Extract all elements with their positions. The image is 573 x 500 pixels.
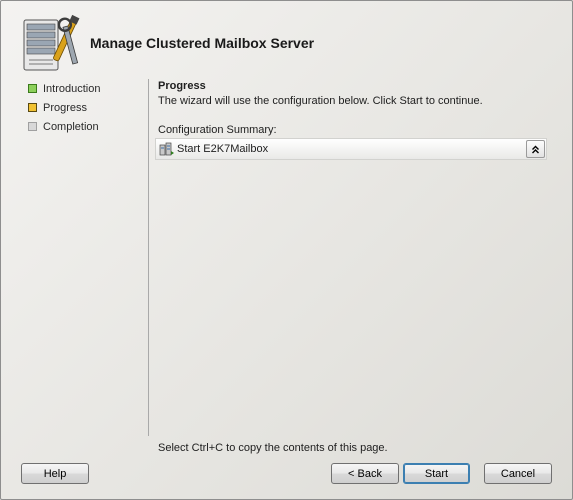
double-chevron-up-icon <box>532 145 539 153</box>
step-label: Progress <box>43 101 88 114</box>
start-button[interactable]: Start <box>403 463 470 484</box>
vertical-divider <box>148 79 149 436</box>
step-pending-icon <box>28 122 37 131</box>
step-list: Introduction Progress Completion <box>28 79 100 136</box>
help-button[interactable]: Help <box>21 463 89 484</box>
step-complete-icon <box>28 84 37 93</box>
summary-item[interactable]: Start E2K7Mailbox <box>155 138 547 160</box>
step-current-icon <box>28 103 37 112</box>
configuration-summary-label: Configuration Summary: <box>158 124 277 136</box>
step-completion[interactable]: Completion <box>28 117 100 136</box>
step-progress[interactable]: Progress <box>28 98 100 117</box>
exchange-server-icon <box>159 142 174 156</box>
cancel-button[interactable]: Cancel <box>484 463 552 484</box>
summary-item-text: Start E2K7Mailbox <box>177 143 269 155</box>
section-description: The wizard will use the configuration be… <box>158 95 483 107</box>
server-tools-icon <box>23 14 80 71</box>
step-label: Introduction <box>43 82 101 95</box>
copy-hint: Select Ctrl+C to copy the contents of th… <box>158 442 388 454</box>
wizard-title: Manage Clustered Mailbox Server <box>90 35 315 51</box>
step-introduction[interactable]: Introduction <box>28 79 100 98</box>
collapse-button[interactable] <box>526 140 545 158</box>
step-label: Completion <box>43 120 99 133</box>
wizard-window <box>0 0 573 500</box>
section-heading: Progress <box>158 80 206 92</box>
back-button[interactable]: < Back <box>331 463 399 484</box>
